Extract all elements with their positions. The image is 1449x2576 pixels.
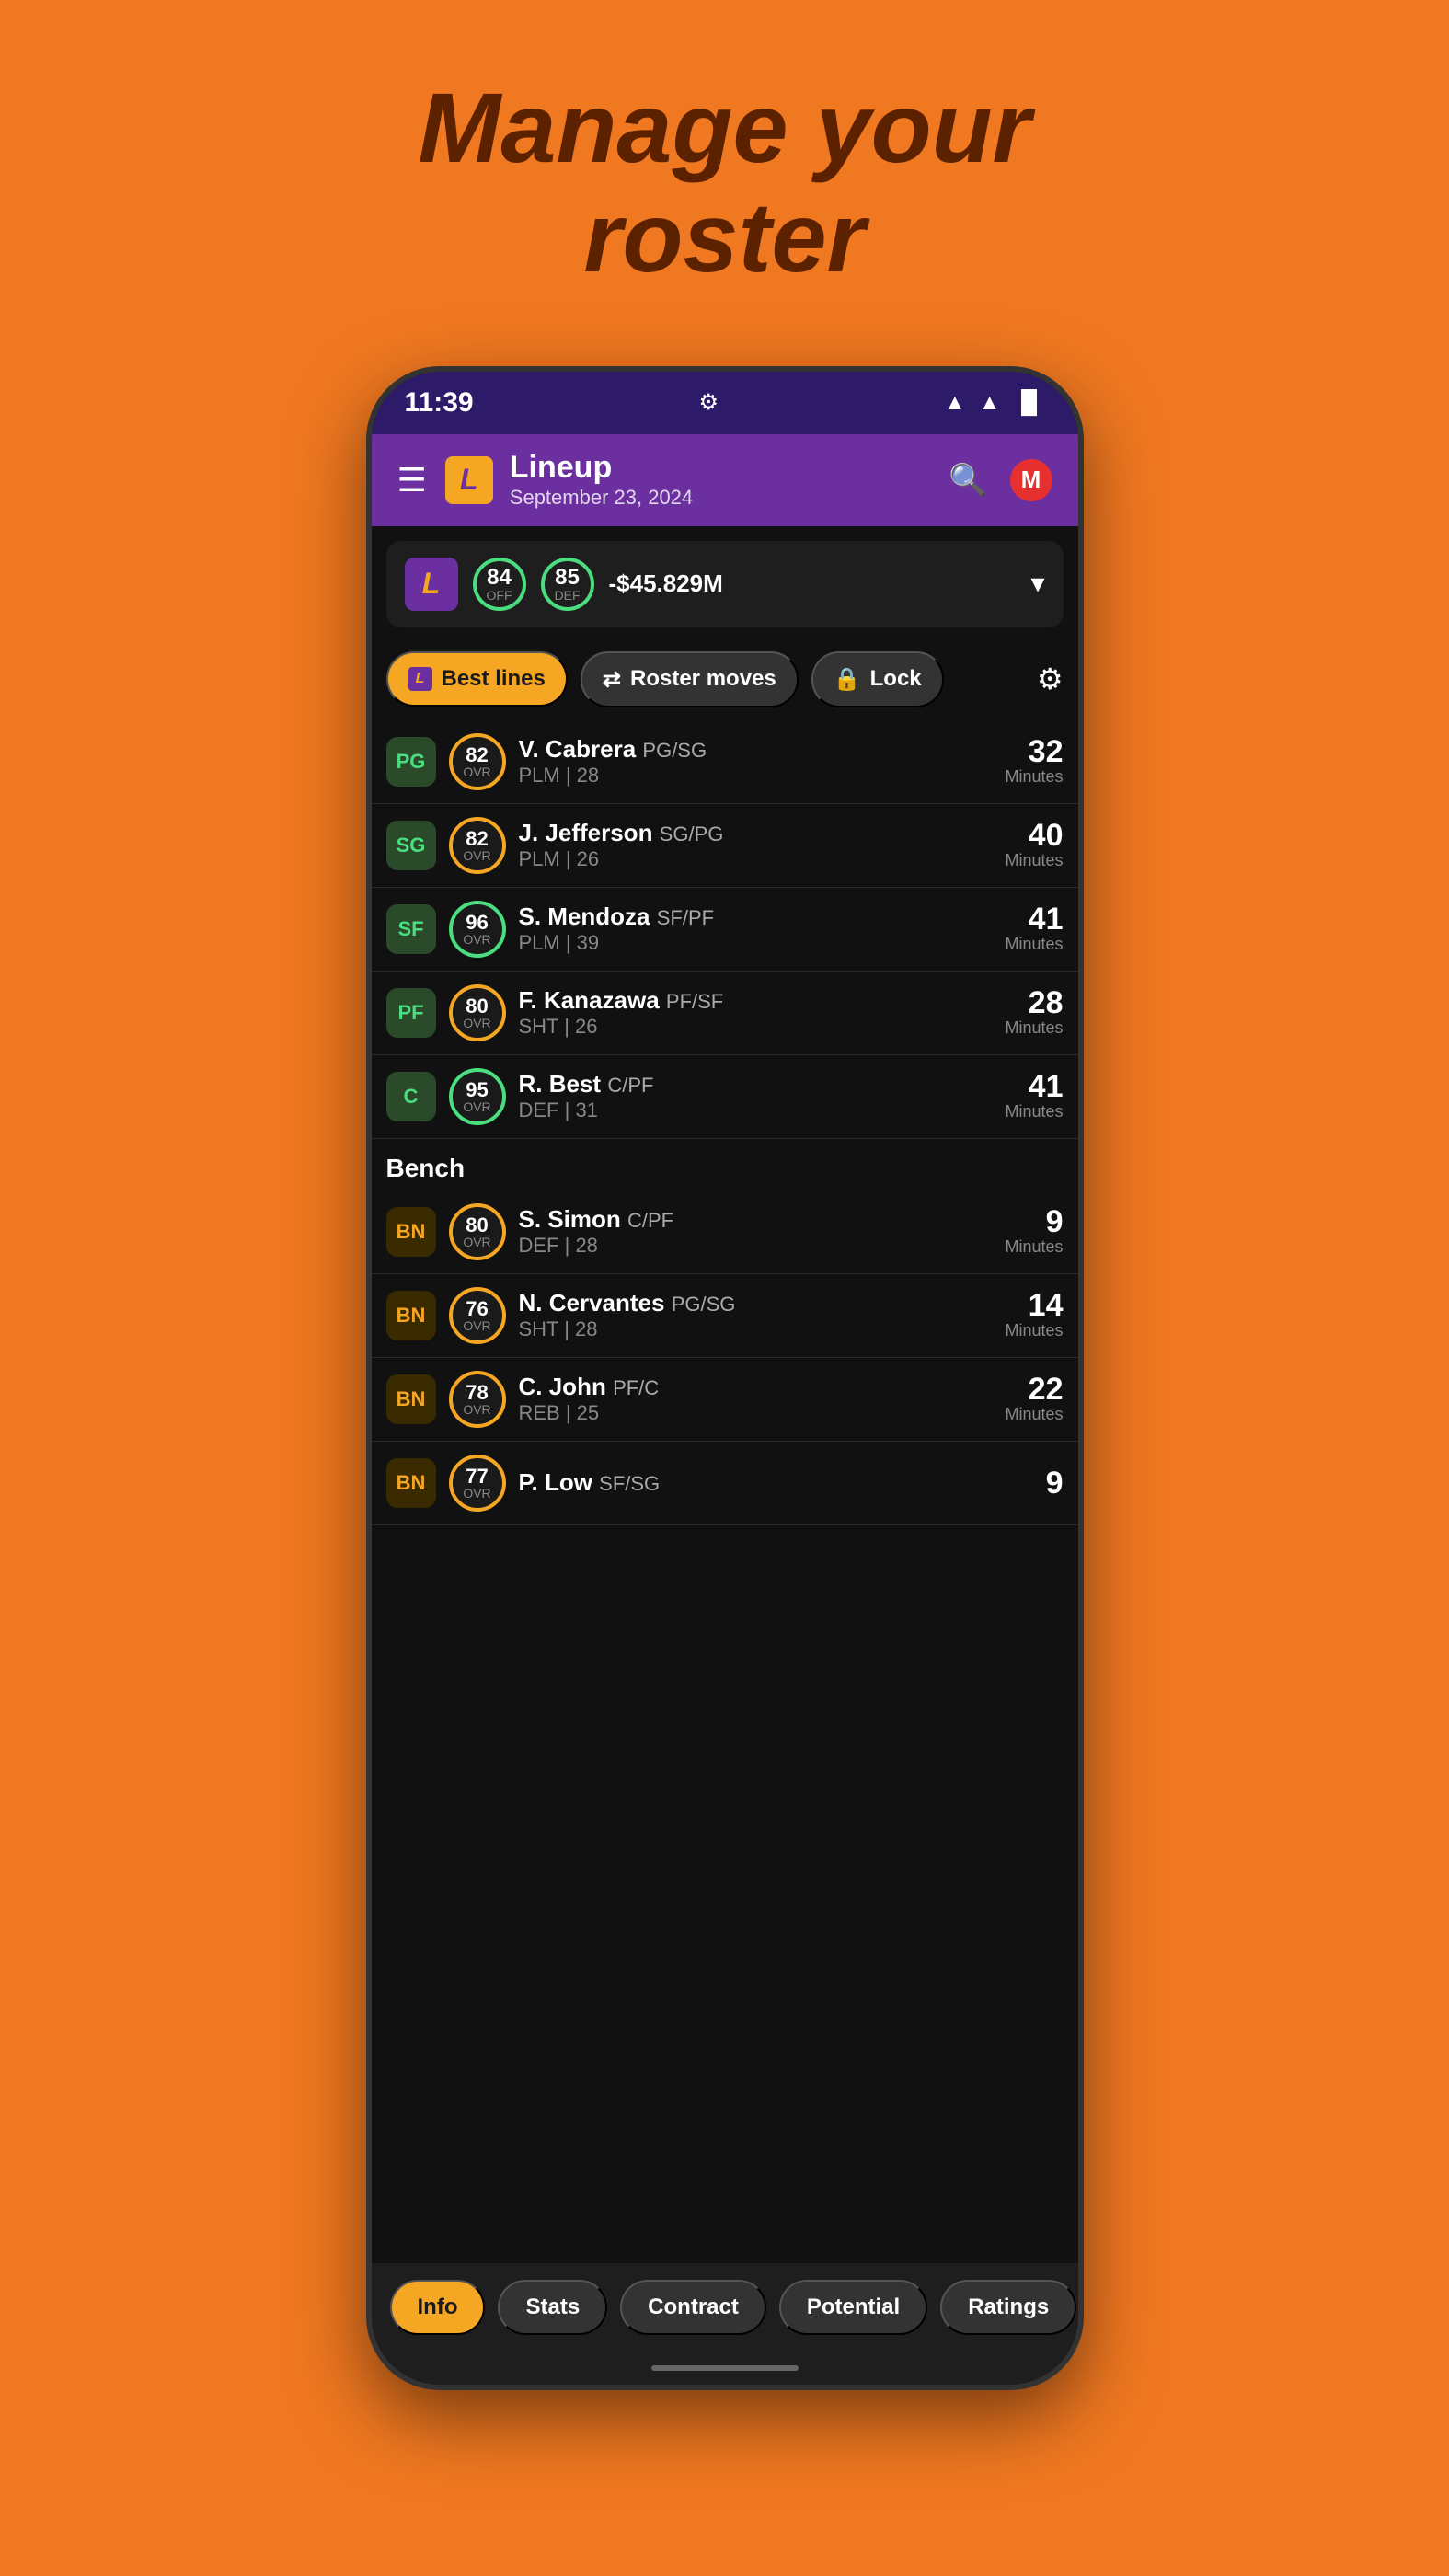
app-header: ☰ L Lineup September 23, 2024 🔍 M xyxy=(372,434,1078,526)
def-rating-number: 85 xyxy=(555,567,580,589)
ovr-circle-4: 95 OVR xyxy=(449,1068,506,1125)
roster-moves-button[interactable]: ⇄ Roster moves xyxy=(581,651,799,707)
chevron-down-icon[interactable]: ▾ xyxy=(1030,568,1044,600)
position-badge-bn2: BN xyxy=(386,1374,436,1424)
player-info-bn1: N. Cervantes PG/SG SHT | 28 xyxy=(519,1289,993,1341)
player-row[interactable]: BN 77 OVR P. Low SF/SG 9 xyxy=(372,1442,1078,1525)
position-badge-bn0: BN xyxy=(386,1207,436,1257)
off-rating-number: 84 xyxy=(487,567,512,589)
header-title: Lineup xyxy=(510,450,949,486)
header-actions: 🔍 M xyxy=(949,459,1052,501)
player-minutes-2: 41 Minutes xyxy=(1005,903,1063,954)
player-row[interactable]: BN 76 OVR N. Cervantes PG/SG SHT | 28 14… xyxy=(372,1274,1078,1358)
roster-list: PG 82 OVR V. Cabrera PG/SG PLM | 28 32 M… xyxy=(372,720,1078,2263)
ovr-circle-1: 82 OVR xyxy=(449,817,506,874)
player-row[interactable]: BN 80 OVR S. Simon C/PF DEF | 28 9 Minut… xyxy=(372,1190,1078,1274)
player-row[interactable]: PG 82 OVR V. Cabrera PG/SG PLM | 28 32 M… xyxy=(372,720,1078,804)
player-row[interactable]: SF 96 OVR S. Mendoza SF/PF PLM | 39 41 M… xyxy=(372,888,1078,972)
player-info-bn3: P. Low SF/SG xyxy=(519,1468,1033,1497)
bottom-tabs: Info Stats Contract Potential Ratings xyxy=(372,2263,1078,2352)
player-row[interactable]: PF 80 OVR F. Kanazawa PF/SF SHT | 26 28 … xyxy=(372,972,1078,1055)
position-badge-sf: SF xyxy=(386,904,436,954)
player-info-0: V. Cabrera PG/SG PLM | 28 xyxy=(519,735,993,788)
best-lines-button[interactable]: L Best lines xyxy=(386,651,568,707)
position-badge-bn3: BN xyxy=(386,1458,436,1508)
ovr-circle-bn0: 80 OVR xyxy=(449,1203,506,1260)
tab-stats[interactable]: Stats xyxy=(498,2280,607,2335)
position-badge-pf: PF xyxy=(386,988,436,1038)
search-icon[interactable]: 🔍 xyxy=(949,462,987,499)
player-info-4: R. Best C/PF DEF | 31 xyxy=(519,1070,993,1122)
position-badge-pg: PG xyxy=(386,737,436,787)
player-minutes-bn0: 9 Minutes xyxy=(1005,1206,1063,1257)
team-logo-header: L xyxy=(445,456,493,504)
player-minutes-0: 32 Minutes xyxy=(1005,736,1063,787)
settings-icon: ⚙ xyxy=(699,389,719,416)
home-indicator xyxy=(372,2352,1078,2385)
tab-potential[interactable]: Potential xyxy=(779,2280,927,2335)
status-bar: 11:39 ⚙ ▲ ▲ ▐▌ xyxy=(372,372,1078,434)
home-bar xyxy=(651,2365,799,2371)
position-badge-bn1: BN xyxy=(386,1291,436,1340)
team-logo-small: L xyxy=(405,558,458,611)
tab-contract[interactable]: Contract xyxy=(620,2280,766,2335)
hamburger-icon[interactable]: ☰ xyxy=(397,461,427,500)
player-info-1: J. Jefferson SG/PG PLM | 26 xyxy=(519,819,993,871)
header-subtitle: September 23, 2024 xyxy=(510,486,949,510)
player-info-bn0: S. Simon C/PF DEF | 28 xyxy=(519,1205,993,1258)
player-row[interactable]: C 95 OVR R. Best C/PF DEF | 31 41 Minute… xyxy=(372,1055,1078,1139)
off-rating-circle: 84 OFF xyxy=(473,558,526,611)
position-badge-sg: SG xyxy=(386,821,436,870)
ovr-circle-0: 82 OVR xyxy=(449,733,506,790)
player-row[interactable]: BN 78 OVR C. John PF/C REB | 25 22 Minut… xyxy=(372,1358,1078,1442)
def-rating-circle: 85 DEF xyxy=(541,558,594,611)
wifi-icon: ▲ xyxy=(944,390,966,416)
ovr-circle-bn3: 77 OVR xyxy=(449,1455,506,1512)
ovr-circle-2: 96 OVR xyxy=(449,901,506,958)
team-summary[interactable]: L 84 OFF 85 DEF -$45.829M ▾ xyxy=(386,541,1064,627)
action-bar: L Best lines ⇄ Roster moves 🔒 Lock ⚙ xyxy=(372,642,1078,720)
player-minutes-bn3: 9 xyxy=(1046,1467,1064,1499)
player-row[interactable]: SG 82 OVR J. Jefferson SG/PG PLM | 26 40… xyxy=(372,804,1078,888)
player-minutes-bn1: 14 Minutes xyxy=(1005,1290,1063,1340)
def-rating-label: DEF xyxy=(555,589,581,602)
player-minutes-3: 28 Minutes xyxy=(1005,987,1063,1038)
tab-ratings[interactable]: Ratings xyxy=(940,2280,1076,2335)
profile-badge[interactable]: M xyxy=(1010,459,1052,501)
player-info-bn2: C. John PF/C REB | 25 xyxy=(519,1373,993,1425)
signal-icon: ▲ xyxy=(979,390,1001,416)
ovr-circle-3: 80 OVR xyxy=(449,984,506,1041)
page-title: Manage your roster xyxy=(418,74,1030,293)
phone-frame: 11:39 ⚙ ▲ ▲ ▐▌ ☰ L Lineup September 23, … xyxy=(366,366,1084,2390)
team-budget: -$45.829M xyxy=(609,569,1017,598)
ovr-circle-bn2: 78 OVR xyxy=(449,1371,506,1428)
off-rating-label: OFF xyxy=(487,589,512,602)
ovr-circle-bn1: 76 OVR xyxy=(449,1287,506,1344)
player-info-2: S. Mendoza SF/PF PLM | 39 xyxy=(519,903,993,955)
battery-icon: ▐▌ xyxy=(1013,390,1044,416)
player-minutes-bn2: 22 Minutes xyxy=(1005,1374,1063,1424)
header-title-block: Lineup September 23, 2024 xyxy=(510,450,949,510)
player-info-3: F. Kanazawa PF/SF SHT | 26 xyxy=(519,986,993,1039)
lock-button[interactable]: 🔒 Lock xyxy=(811,651,944,707)
player-minutes-4: 41 Minutes xyxy=(1005,1071,1063,1121)
player-minutes-1: 40 Minutes xyxy=(1005,820,1063,870)
bench-label: Bench xyxy=(372,1139,1078,1190)
status-time: 11:39 xyxy=(405,387,474,419)
tab-info[interactable]: Info xyxy=(390,2280,486,2335)
main-content: L 84 OFF 85 DEF -$45.829M ▾ L Best lines… xyxy=(372,526,1078,2263)
status-icons: ▲ ▲ ▐▌ xyxy=(944,390,1045,416)
settings-gear-icon[interactable]: ⚙ xyxy=(1037,661,1064,696)
position-badge-c: C xyxy=(386,1072,436,1121)
